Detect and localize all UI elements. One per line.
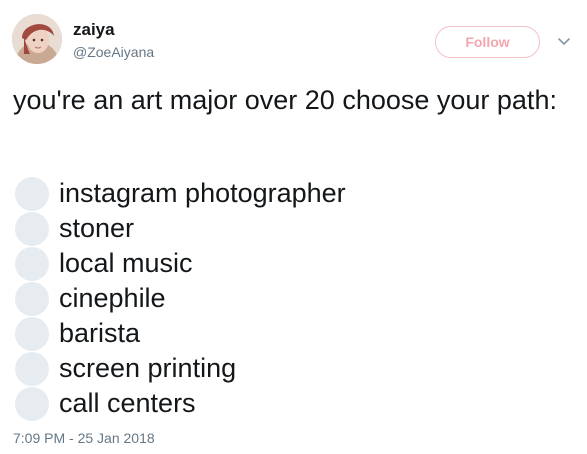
user-handle[interactable]: @ZoeAiyana	[73, 44, 154, 60]
timestamp[interactable]: 7:09 PM - 25 Jan 2018	[13, 430, 155, 446]
list-item: barista	[15, 316, 346, 351]
option-label: local music	[59, 248, 193, 278]
option-label: barista	[59, 318, 141, 348]
radio-circle-icon[interactable]	[15, 246, 49, 281]
follow-button[interactable]: Follow	[435, 26, 540, 58]
list-item: stoner	[15, 211, 346, 246]
list-item: instagram photographer	[15, 176, 346, 211]
avatar-image	[12, 14, 62, 64]
radio-circle-icon[interactable]	[15, 316, 49, 351]
display-name[interactable]: zaiya	[73, 20, 115, 40]
tweet-card: zaiya @ZoeAiyana Follow you're an art ma…	[0, 0, 587, 454]
tweet-text: you're an art major over 20 choose your …	[13, 85, 557, 115]
option-label: instagram photographer	[59, 178, 346, 208]
radio-circle-icon[interactable]	[15, 211, 49, 246]
radio-circle-icon[interactable]	[15, 386, 49, 421]
option-label: call centers	[59, 388, 196, 418]
option-list: instagram photographer stoner local musi…	[15, 176, 346, 421]
list-item: cinephile	[15, 281, 346, 316]
chevron-down-icon[interactable]	[557, 35, 571, 47]
list-item: local music	[15, 246, 346, 281]
option-label: stoner	[59, 213, 135, 243]
option-label: cinephile	[59, 283, 166, 313]
radio-circle-icon[interactable]	[15, 176, 49, 211]
avatar[interactable]	[12, 14, 62, 64]
radio-circle-icon[interactable]	[15, 281, 49, 316]
list-item: call centers	[15, 386, 346, 421]
list-item: screen printing	[15, 351, 346, 386]
option-label: screen printing	[59, 353, 237, 383]
radio-circle-icon[interactable]	[15, 351, 49, 386]
